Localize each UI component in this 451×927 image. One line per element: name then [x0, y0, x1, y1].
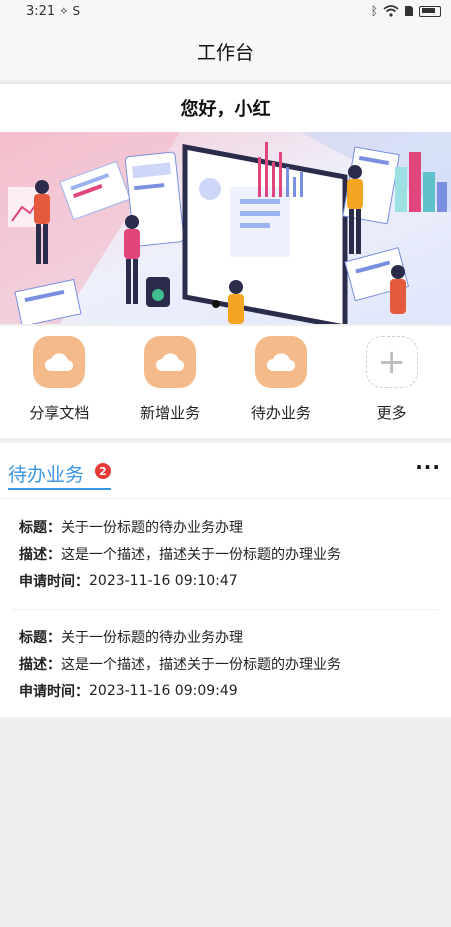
item-divider: [12, 609, 439, 610]
carousel-indicator-dot[interactable]: [212, 300, 220, 308]
nfc-icon: ⟡: [60, 4, 68, 17]
quick-action-label: 更多: [376, 404, 407, 422]
todo-item-time-row: 申请时间： 2023-11-16 09:09:49: [19, 677, 439, 704]
page-title: 工作台: [196, 41, 254, 64]
cloud-icon: [33, 336, 86, 388]
todo-tab[interactable]: 待办业务: [8, 460, 84, 487]
todo-item[interactable]: 标题： 关于一份标题的待办业务办理 描述： 这是一个描述，描述关于一份标题的办理…: [19, 623, 439, 704]
todo-item-desc: 这是一个描述，描述关于一份标题的办理业务: [61, 656, 341, 673]
todo-item-desc: 这是一个描述，描述关于一份标题的办理业务: [61, 546, 341, 563]
wifi-icon: [383, 5, 399, 17]
nav-bar: 工作台: [0, 22, 451, 80]
todo-item-title-row: 标题： 关于一份标题的待办业务办理: [19, 623, 439, 650]
todo-item-time: 2023-11-16 09:10:47: [89, 572, 238, 589]
battery-icon: [419, 5, 441, 17]
todo-header: 待办业务 2 ···: [0, 443, 451, 499]
todo-item-time: 2023-11-16 09:09:49: [89, 682, 238, 699]
status-left: 3:21 ⟡ S: [26, 4, 80, 19]
title-key: 标题：: [19, 519, 61, 536]
todo-item-desc-row: 描述： 这是一个描述，描述关于一份标题的办理业务: [19, 650, 439, 677]
title-key: 标题：: [19, 629, 61, 646]
quick-action-pending-business[interactable]: 待办业务: [231, 336, 331, 438]
bluetooth-icon: ᛒ: [370, 4, 378, 18]
cloud-icon: [254, 336, 307, 388]
banner-carousel[interactable]: [0, 132, 451, 324]
status-time: 3:21: [26, 3, 56, 19]
desc-key: 描述：: [19, 546, 61, 563]
sim-icon: [405, 6, 413, 16]
todo-section: 待办业务 2 ··· 标题： 关于一份标题的待办业务办理 描述： 这是一个描述，…: [0, 443, 451, 717]
quick-action-label: 分享文档: [29, 404, 90, 422]
quick-action-more[interactable]: + 更多: [342, 336, 442, 438]
greeting-text: 您好，小红: [180, 99, 271, 120]
time-key: 申请时间：: [19, 573, 89, 590]
quick-action-share-docs[interactable]: 分享文档: [9, 336, 109, 438]
todo-item-time-row: 申请时间： 2023-11-16 09:10:47: [19, 567, 439, 594]
quick-actions: 分享文档 新增业务 待办业务 + 更多: [0, 326, 451, 438]
quick-action-new-business[interactable]: 新增业务: [120, 336, 220, 438]
plus-icon: +: [365, 336, 418, 388]
quick-action-label: 新增业务: [140, 404, 201, 422]
status-right: ᛒ: [371, 4, 441, 18]
todo-item-desc-row: 描述： 这是一个描述，描述关于一份标题的办理业务: [19, 540, 439, 567]
status-bar: 3:21 ⟡ S ᛒ: [0, 0, 451, 22]
todo-item[interactable]: 标题： 关于一份标题的待办业务办理 描述： 这是一个描述，描述关于一份标题的办理…: [19, 513, 439, 594]
greeting-bar: 您好，小红: [0, 84, 451, 132]
time-key: 申请时间：: [19, 683, 89, 700]
tab-underline: [8, 488, 111, 490]
sync-icon: S: [72, 4, 81, 18]
quick-action-label: 待办业务: [250, 404, 311, 422]
todo-item-title: 关于一份标题的待办业务办理: [61, 629, 243, 646]
desc-key: 描述：: [19, 656, 61, 673]
todo-item-title: 关于一份标题的待办业务办理: [61, 519, 243, 536]
more-options-icon[interactable]: ···: [415, 455, 441, 479]
cloud-icon: [144, 336, 197, 388]
todo-item-title-row: 标题： 关于一份标题的待办业务办理: [19, 513, 439, 540]
banner-illustration: [0, 132, 451, 324]
todo-count-badge: 2: [95, 463, 111, 479]
